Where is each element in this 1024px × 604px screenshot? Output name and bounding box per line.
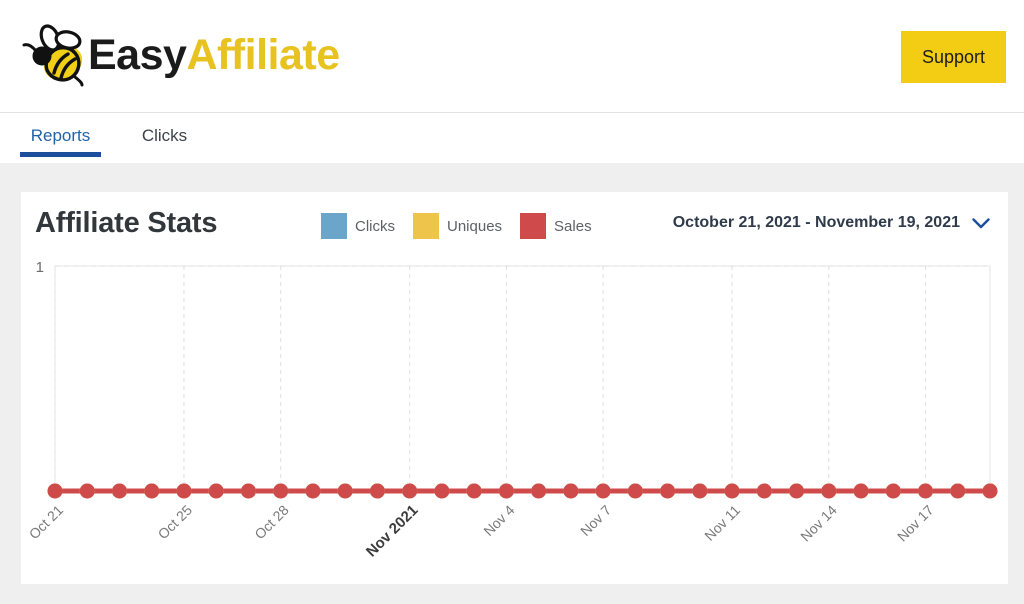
active-tab-indicator [20, 152, 101, 157]
legend-swatch-uniques [413, 213, 439, 239]
svg-text:Oct 21: Oct 21 [26, 502, 67, 543]
legend-label-clicks: Clicks [355, 217, 395, 235]
affiliate-stats-chart[interactable]: 1 Oct 21 Oct 25 Oct 28 Nov 2021 Nov 4 Nov 7 Nov… [21, 254, 1008, 584]
logo-wordmark: EasyAffiliate [88, 30, 340, 79]
svg-text:Oct 28: Oct 28 [251, 502, 292, 543]
logo-text-easy: Easy [88, 30, 187, 79]
logo-text-affiliate: Affiliate [186, 30, 340, 79]
legend-label-uniques: Uniques [447, 217, 503, 235]
bee-icon [22, 24, 84, 87]
legend-item-uniques[interactable]: Uniques [413, 213, 502, 239]
page-title: Affiliate Stats [35, 207, 218, 239]
svg-text:Oct 25: Oct 25 [155, 502, 196, 543]
svg-text:Nov 11: Nov 11 [701, 502, 743, 544]
support-button[interactable]: Support [901, 31, 1006, 83]
tab-clicks[interactable]: Clicks [133, 113, 196, 163]
chart-canvas: 1 Oct 21 Oct 25 Oct 28 Nov 2021 Nov 4 Nov 7 Nov… [26, 259, 998, 561]
card-header: Affiliate Stats Clicks Uniques Sales Oct… [21, 192, 1008, 254]
date-range-label: October 21, 2021 - November 19, 2021 [672, 214, 960, 231]
svg-text:Nov 2021: Nov 2021 [363, 502, 422, 561]
affiliate-stats-card: Affiliate Stats Clicks Uniques Sales Oct… [21, 192, 1008, 584]
legend-label-sales: Sales [554, 217, 592, 235]
legend-swatch-sales [520, 213, 547, 239]
chevron-down-icon [972, 217, 990, 228]
chart-legend: Clicks Uniques Sales [321, 213, 592, 239]
svg-text:Nov 14: Nov 14 [797, 502, 840, 545]
svg-text:Nov 7: Nov 7 [577, 502, 614, 539]
date-range-picker[interactable]: October 21, 2021 - November 19, 2021 [673, 214, 990, 232]
legend-swatch-clicks [321, 213, 347, 239]
svg-text:Nov 4: Nov 4 [480, 502, 517, 539]
tab-bar: Reports Clicks [0, 113, 1024, 163]
svg-text:1: 1 [36, 259, 44, 276]
svg-text:Nov 17: Nov 17 [894, 502, 937, 545]
logo[interactable]: EasyAffiliate [18, 18, 340, 92]
app-header: EasyAffiliate Support [0, 0, 1024, 113]
legend-item-sales[interactable]: Sales [520, 213, 592, 239]
legend-item-clicks[interactable]: Clicks [321, 213, 395, 239]
